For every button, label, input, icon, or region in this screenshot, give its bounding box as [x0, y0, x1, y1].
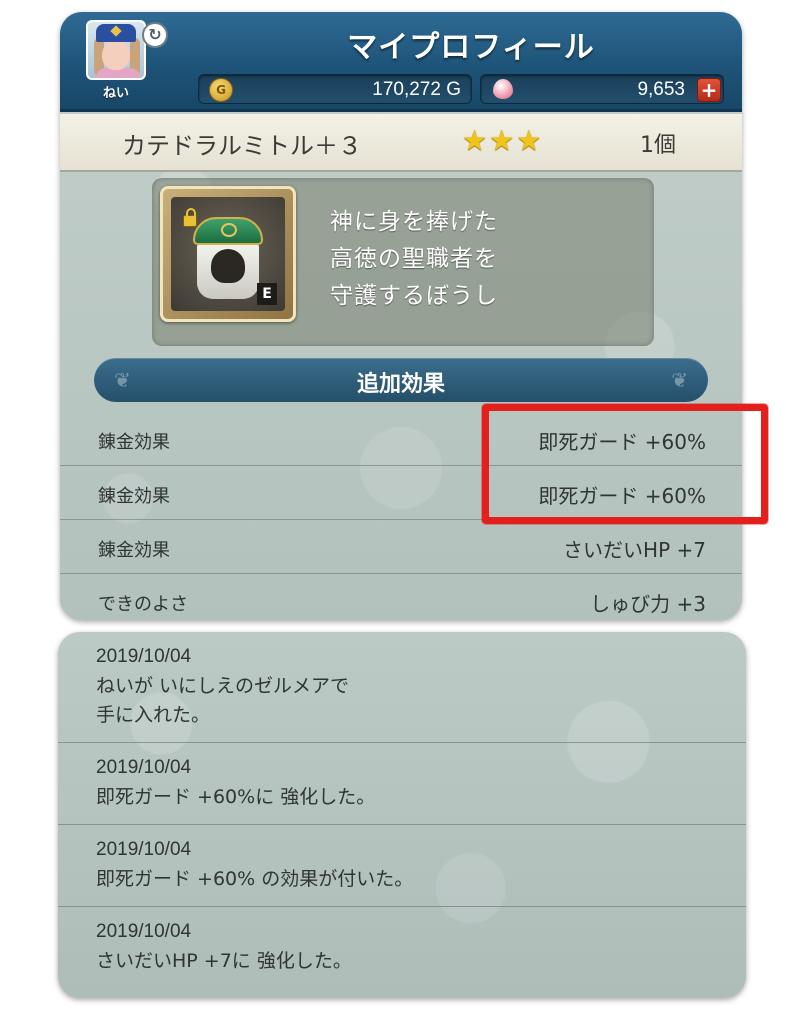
- avatar-hat: [96, 24, 136, 42]
- extra-effects-header: ❦ 追加効果 ❦: [94, 358, 708, 402]
- effect-label: 錬金効果: [98, 486, 170, 507]
- refresh-icon[interactable]: ↻: [142, 22, 168, 48]
- history-date: 2019/10/04: [96, 921, 192, 942]
- item-name: カテドラルミトル＋３: [122, 132, 362, 160]
- player-name: ねい: [102, 86, 129, 101]
- equipped-badge: E: [257, 283, 277, 305]
- history-entry: 2019/10/04 ねいが いにしえのゼルメアで 手に入れた。: [58, 632, 746, 743]
- gem-icon: [493, 79, 513, 99]
- effect-label: 錬金効果: [98, 432, 170, 453]
- mitre-shadow: [211, 249, 245, 283]
- gold-display: G 170,272 G: [198, 74, 472, 104]
- avatar-face: [102, 40, 130, 70]
- item-description-box: E 神に身を捧げた 高徳の聖職者を 守護するぼうし: [152, 178, 654, 346]
- effect-value: さいだいHP +7: [563, 538, 706, 562]
- item-detail-panel: ↻ ねい マイプロフィール G 170,272 G 9,653 + カテドラルミ…: [60, 12, 742, 620]
- item-description: 神に身を捧げた 高徳の聖職者を 守護するぼうし: [330, 209, 498, 309]
- gem-value: 9,653: [637, 79, 685, 100]
- effect-label: できのよさ: [98, 594, 188, 615]
- mitre-icon: E: [171, 197, 285, 311]
- effect-row: 錬金効果 さいだいHP +7: [60, 520, 742, 574]
- effect-label: 錬金効果: [98, 540, 170, 561]
- highlight-annotation: [482, 404, 768, 524]
- history-date: 2019/10/04: [96, 757, 192, 778]
- coin-icon: G: [209, 78, 233, 102]
- history-text: 即死ガード +60%に 強化した。: [96, 786, 376, 808]
- effect-value: しゅび力 +3: [590, 592, 706, 616]
- history-entry: 2019/10/04 さいだいHP +7に 強化した。: [58, 907, 746, 988]
- history-text: ねいが いにしえのゼルメアで 手に入れた。: [96, 675, 350, 726]
- lock-icon: [183, 208, 197, 227]
- page-title: マイプロフィール: [347, 30, 595, 65]
- ornament-icon: ❦: [671, 368, 688, 392]
- star-rating: ★★★: [462, 124, 544, 157]
- profile-header: ↻ ねい マイプロフィール G 170,272 G 9,653 +: [60, 12, 742, 112]
- history-text: 即死ガード +60% の効果が付いた。: [96, 868, 414, 890]
- item-icon-frame[interactable]: E: [160, 186, 296, 322]
- history-entry: 2019/10/04 即死ガード +60% の効果が付いた。: [58, 825, 746, 907]
- add-gems-button[interactable]: +: [697, 78, 721, 102]
- avatar[interactable]: [86, 20, 146, 80]
- gem-display: 9,653 +: [480, 74, 724, 104]
- history-text: さいだいHP +7に 強化した。: [96, 950, 352, 972]
- history-date: 2019/10/04: [96, 839, 192, 860]
- item-title-bar: カテドラルミトル＋３ ★★★ 1個: [60, 114, 742, 172]
- section-title: 追加効果: [356, 372, 445, 397]
- history-date: 2019/10/04: [96, 646, 192, 667]
- history-entry: 2019/10/04 即死ガード +60%に 強化した。: [58, 743, 746, 825]
- history-panel: 2019/10/04 ねいが いにしえのゼルメアで 手に入れた。 2019/10…: [58, 632, 746, 998]
- effect-row: できのよさ しゅび力 +3: [60, 574, 742, 620]
- mitre-emblem: [221, 223, 237, 237]
- gold-value: 170,272 G: [372, 79, 461, 100]
- item-count: 1個: [640, 133, 676, 158]
